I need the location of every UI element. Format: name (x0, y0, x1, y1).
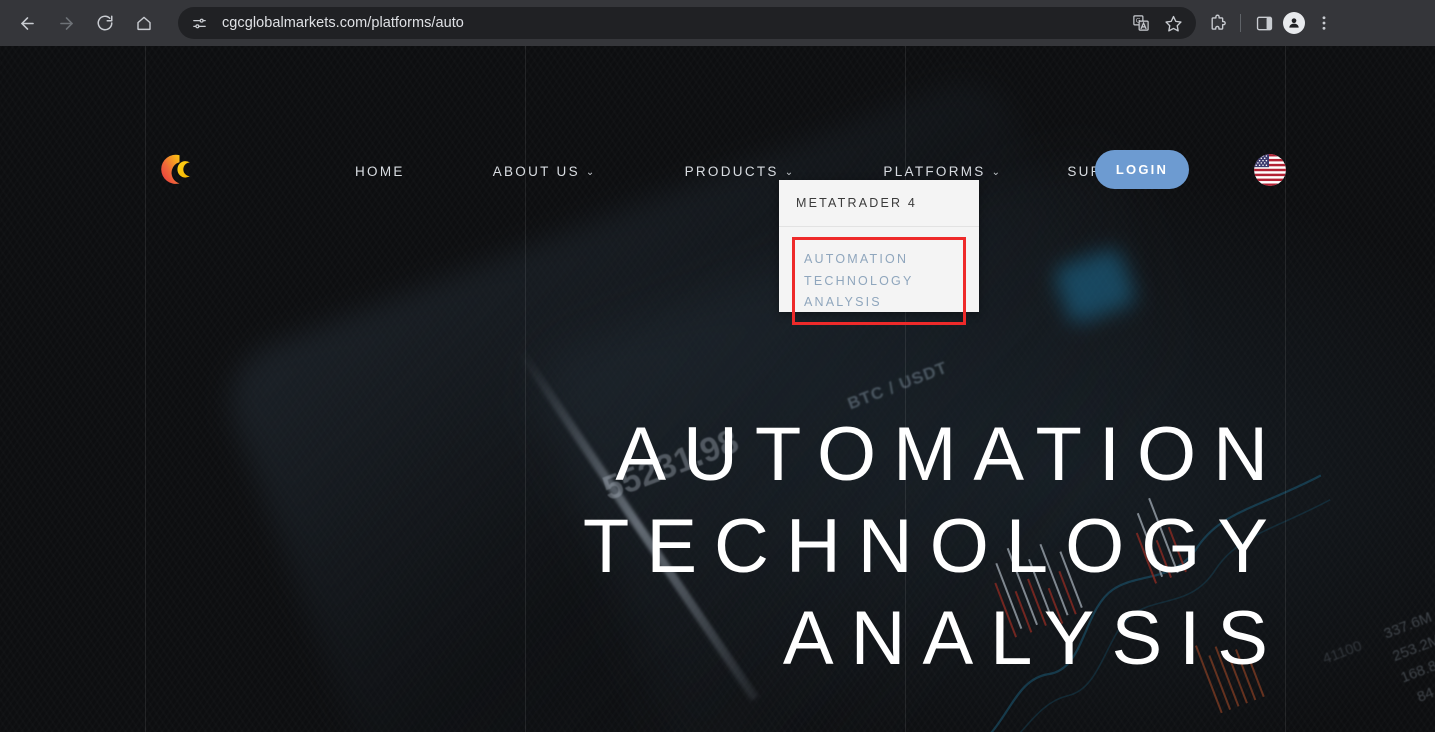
three-dot-menu-icon[interactable] (1309, 8, 1339, 38)
browser-toolbar: cgcglobalmarkets.com/platforms/auto G (0, 0, 1435, 46)
nav-label: PRODUCTS (684, 164, 779, 179)
dropdown-item-automation-technology-analysis[interactable]: AUTOMATION TECHNOLOGY ANALYSIS (792, 237, 966, 325)
site-header: HOME ABOUT US ⌄ PRODUCTS ⌄ PLATFORMS ⌄ S… (0, 46, 1435, 189)
nav-label: ABOUT US (492, 164, 580, 179)
dropdown-item-line-2: TECHNOLOGY (804, 273, 914, 288)
nav-home[interactable]: HOME (355, 156, 405, 187)
side-panel-icon[interactable] (1249, 8, 1279, 38)
site-settings-icon[interactable] (186, 10, 212, 36)
forward-arrow-icon[interactable] (51, 8, 81, 38)
cgc-global-markets-logo[interactable] (158, 153, 194, 186)
translate-icon[interactable]: G (1126, 8, 1156, 38)
background-chart-line (974, 474, 1331, 732)
layout-guide-line (905, 46, 906, 732)
reload-icon[interactable] (90, 8, 120, 38)
main-navigation: HOME ABOUT US ⌄ PRODUCTS ⌄ PLATFORMS ⌄ S… (355, 156, 1165, 187)
scale-label: 84.4M (1414, 675, 1435, 706)
layout-guide-line (525, 46, 526, 732)
nav-label: HOME (355, 164, 405, 179)
dropdown-divider (779, 226, 979, 227)
dropdown-item-line-3: ANALYSIS (804, 295, 882, 309)
hero-background-artwork: 55231.98 BTC / USDT 41100 337.6M 253.2M … (0, 46, 1435, 732)
browser-actions (1202, 8, 1347, 38)
chevron-down-icon: ⌄ (784, 167, 796, 178)
bookmark-star-icon[interactable] (1158, 8, 1188, 38)
nav-label: PLATFORMS (883, 164, 986, 179)
hero-title-line-1: AUTOMATION (615, 412, 1285, 497)
background-volume-scale: 337.6M 253.2M 168.8M 84.4M 0.0 (1380, 606, 1435, 732)
hero-title-line-2: TECHNOLOGY (582, 504, 1285, 589)
platforms-dropdown-menu: METATRADER 4 AUTOMATION TECHNOLOGY ANALY… (779, 180, 979, 325)
chevron-down-icon: ⌄ (991, 167, 1003, 178)
dropdown-item-metatrader-4[interactable]: METATRADER 4 (779, 180, 979, 226)
layout-guide-line (1285, 46, 1286, 732)
profile-avatar-icon[interactable] (1279, 8, 1309, 38)
web-page: 55231.98 BTC / USDT 41100 337.6M 253.2M … (0, 46, 1435, 732)
page-title: AUTOMATION TECHNOLOGY ANALYSIS (0, 409, 1285, 685)
extensions-puzzle-icon[interactable] (1202, 8, 1232, 38)
dropdown-item-line-1: AUTOMATION (804, 252, 909, 266)
address-bar[interactable]: cgcglobalmarkets.com/platforms/auto G (178, 7, 1196, 39)
background-price-text: 55231.98 (597, 421, 744, 509)
hero-title-line-3: ANALYSIS (782, 596, 1285, 681)
layout-guide-line (145, 46, 146, 732)
home-icon[interactable] (129, 8, 159, 38)
login-button[interactable]: LOGIN (1095, 150, 1189, 189)
toolbar-divider (1240, 14, 1241, 32)
scale-label: 0.0 (1414, 694, 1435, 732)
scale-label: 253.2M (1389, 630, 1435, 665)
nav-about-us[interactable]: ABOUT US ⌄ (493, 156, 597, 187)
url-text[interactable]: cgcglobalmarkets.com/platforms/auto (222, 15, 464, 31)
hero-section: AUTOMATION TECHNOLOGY ANALYSIS PLATFORM:… (0, 46, 1285, 732)
us-flag-icon[interactable] (1254, 154, 1286, 186)
background-axis-top-label: 41100 (1320, 637, 1365, 668)
background-pair-text: BTC / USDT (844, 357, 951, 414)
chevron-down-icon: ⌄ (585, 167, 597, 178)
scale-label: 168.8M (1398, 653, 1435, 687)
scale-label: 337.6M (1381, 608, 1435, 643)
back-arrow-icon[interactable] (12, 8, 42, 38)
